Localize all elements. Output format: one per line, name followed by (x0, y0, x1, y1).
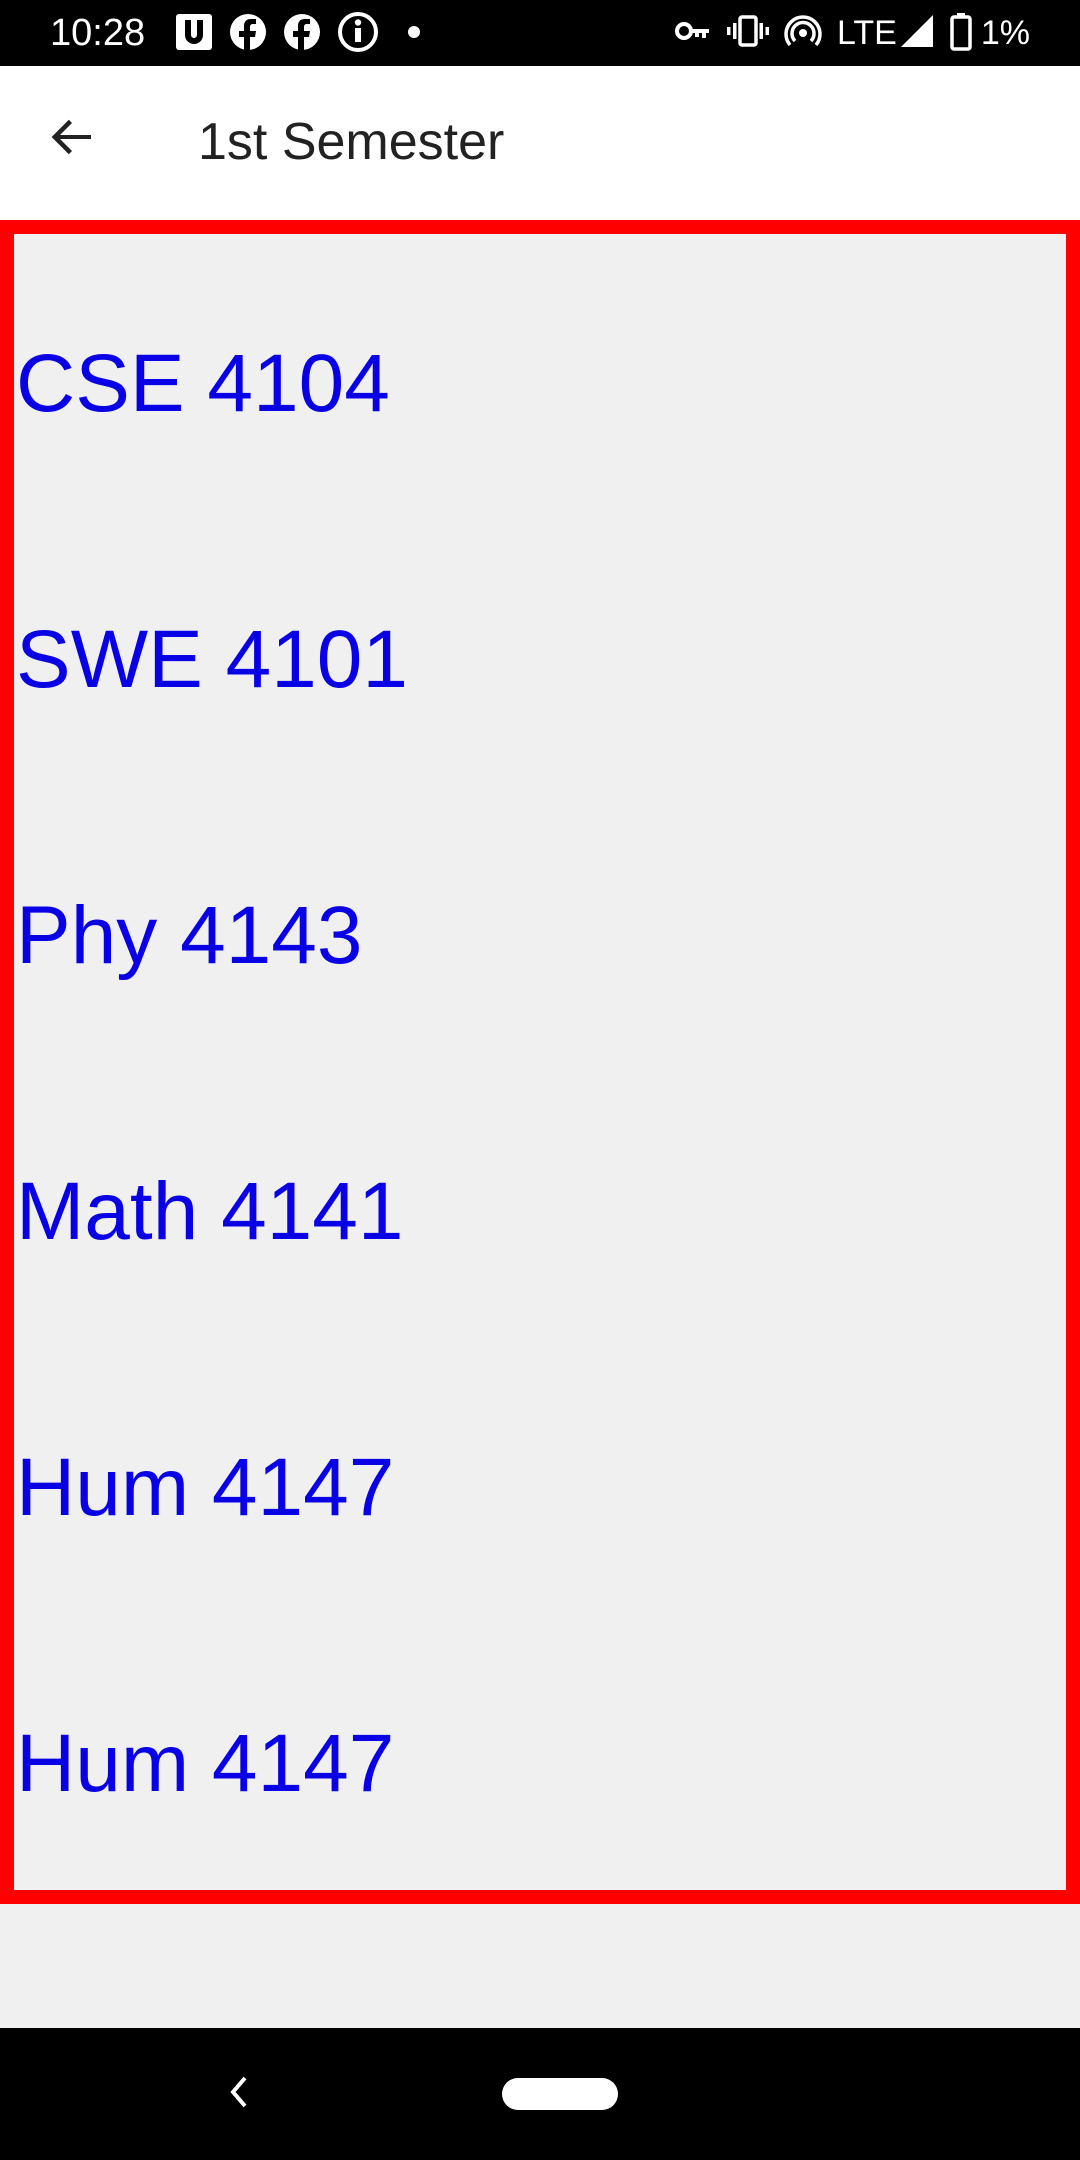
page-title: 1st Semester (198, 113, 505, 171)
course-item[interactable]: Phy 4143 (16, 886, 363, 986)
vpn-key-icon (673, 11, 713, 56)
arrow-back-icon (47, 113, 97, 168)
status-time: 10:28 (50, 12, 146, 54)
system-icons: LTE 1% (673, 10, 1030, 56)
dot-icon (394, 12, 434, 57)
hotspot-icon (783, 11, 823, 56)
info-icon (336, 10, 380, 59)
u-app-icon (174, 12, 214, 57)
home-pill-button[interactable] (502, 2078, 618, 2110)
back-button[interactable] (36, 104, 108, 176)
facebook-icon (228, 12, 268, 57)
app-bar: 1st Semester (0, 66, 1080, 220)
lte-signal-icon (899, 13, 935, 54)
course-list: CSE 4104 SWE 4101 Phy 4143 Math 4141 Hum… (0, 220, 1080, 1904)
facebook-icon (282, 12, 322, 57)
battery-label: 1% (980, 14, 1030, 52)
course-item[interactable]: Hum 4147 (16, 1438, 394, 1538)
course-item[interactable]: Math 4141 (16, 1162, 404, 1262)
course-item[interactable]: SWE 4101 (16, 610, 408, 710)
navigation-bar (0, 2028, 1080, 2160)
network-label: LTE (837, 14, 897, 52)
notification-icons (174, 10, 434, 59)
status-bar: 10:28 LTE 1% (0, 0, 1080, 66)
course-item[interactable]: CSE 4104 (16, 334, 390, 434)
course-item[interactable]: Hum 4147 (16, 1714, 394, 1814)
vibrate-icon (727, 11, 770, 56)
battery-icon (949, 11, 973, 56)
chevron-left-icon (225, 2072, 251, 2117)
nav-back-button[interactable] (218, 2068, 258, 2120)
